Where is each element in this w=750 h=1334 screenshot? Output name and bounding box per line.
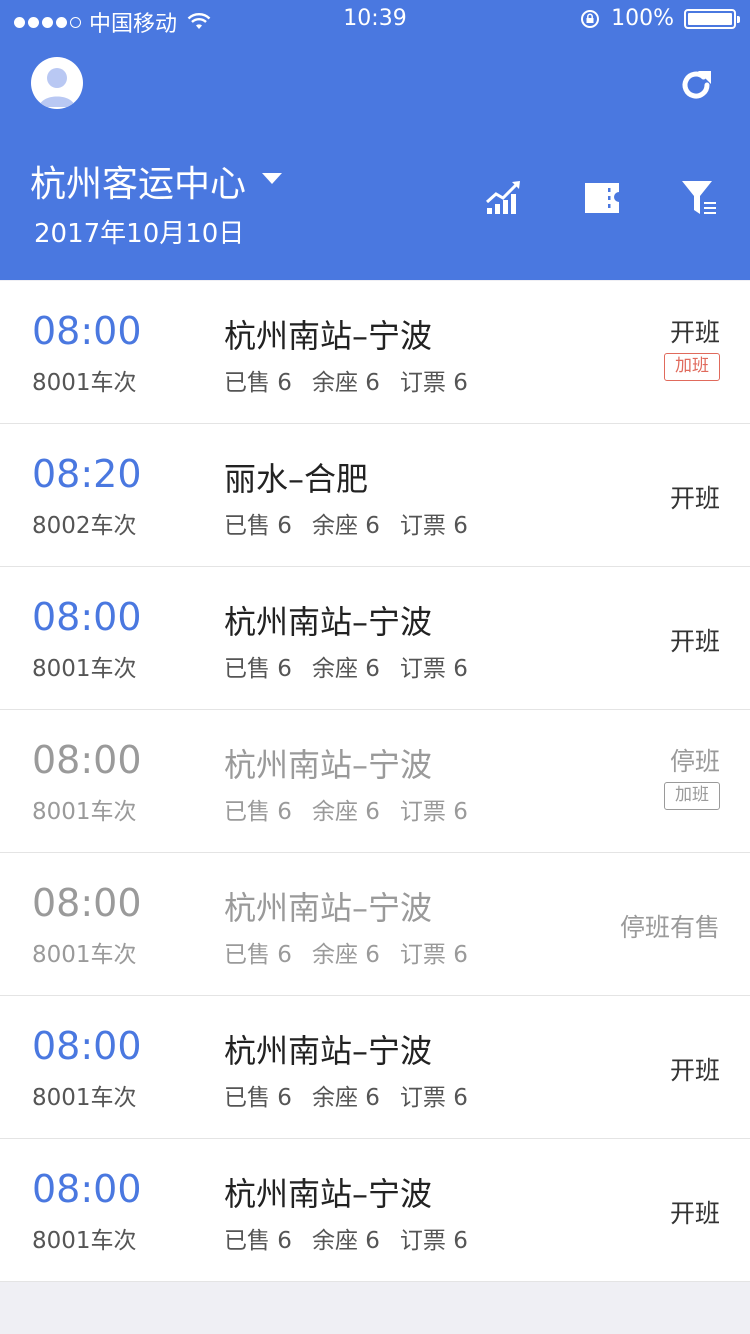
extra-badge: 加班 (664, 353, 720, 381)
ticket-stats: 已售 6 余座 6 订票 6 (224, 506, 468, 540)
battery-icon (684, 8, 740, 29)
trip-number: 8001车次 (32, 942, 137, 968)
route: 杭州南站–宁波 (224, 889, 433, 927)
trip-number: 8001车次 (32, 1085, 137, 1111)
sold-count: 已售 6 (224, 1085, 292, 1111)
seats-left: 余座 6 (311, 370, 380, 396)
departure-time: 08:00 (32, 309, 142, 353)
status-label: 开班 (669, 318, 720, 347)
departure-time: 08:00 (32, 1167, 142, 1211)
filter-icon[interactable] (680, 178, 720, 218)
booked-count: 订票 6 (399, 799, 468, 825)
status-label: 停班 (669, 747, 720, 776)
status-label: 停班有售 (619, 913, 720, 942)
schedule-row[interactable]: 08:00 8001车次 杭州南站–宁波 已售 6 余座 6 订票 6 开班 (0, 1139, 750, 1282)
extra-badge: 加班 (664, 782, 720, 810)
status-label: 开班 (669, 1056, 720, 1085)
sold-count: 已售 6 (224, 799, 292, 825)
battery-percent: 100% (611, 6, 674, 31)
booked-count: 订票 6 (399, 513, 468, 539)
schedule-row[interactable]: 08:00 8001车次 杭州南站–宁波 已售 6 余座 6 订票 6 开班 (0, 996, 750, 1139)
date-label: 2017年10月10日 (34, 219, 245, 249)
seats-left: 余座 6 (311, 799, 380, 825)
header: 中国移动 10:39 100% 杭州客运中心 2017年10月10日 (0, 0, 750, 280)
seats-left: 余座 6 (311, 942, 380, 968)
sold-count: 已售 6 (224, 370, 292, 396)
ticket-stats: 已售 6 余座 6 订票 6 (224, 1078, 468, 1112)
route: 杭州南站–宁波 (224, 1032, 433, 1070)
seats-left: 余座 6 (311, 1228, 380, 1254)
route: 丽水–合肥 (224, 460, 369, 498)
route: 杭州南站–宁波 (224, 317, 433, 355)
refresh-icon[interactable] (676, 65, 716, 105)
status-bar: 中国移动 10:39 100% (0, 0, 750, 40)
avatar[interactable] (31, 57, 83, 109)
ticket-stats: 已售 6 余座 6 订票 6 (224, 1221, 468, 1255)
route: 杭州南站–宁波 (224, 603, 433, 641)
departure-time: 08:00 (32, 738, 142, 782)
ticket-stats: 已售 6 余座 6 订票 6 (224, 649, 468, 683)
avatar-icon (39, 68, 75, 107)
booked-count: 订票 6 (399, 942, 468, 968)
schedule-row[interactable]: 08:00 8001车次 杭州南站–宁波 已售 6 余座 6 订票 6 停班有售 (0, 853, 750, 996)
schedule-row[interactable]: 08:00 8001车次 杭州南站–宁波 已售 6 余座 6 订票 6 开班 加… (0, 281, 750, 424)
status-label: 开班 (669, 627, 720, 656)
departure-time: 08:00 (32, 881, 142, 925)
trip-number: 8001车次 (32, 799, 137, 825)
status-label: 开班 (669, 1199, 720, 1228)
station-selector[interactable]: 杭州客运中心 (30, 155, 283, 207)
route: 杭州南站–宁波 (224, 746, 433, 784)
departure-time: 08:00 (32, 595, 142, 639)
chart-icon[interactable] (484, 178, 524, 218)
sold-count: 已售 6 (224, 1228, 292, 1254)
caret-down-icon (262, 172, 283, 184)
ticket-stats: 已售 6 余座 6 订票 6 (224, 363, 468, 397)
departure-time: 08:00 (32, 1024, 142, 1068)
schedule-list: 08:00 8001车次 杭州南站–宁波 已售 6 余座 6 订票 6 开班 加… (0, 281, 750, 1282)
ticket-icon[interactable] (582, 178, 622, 218)
seats-left: 余座 6 (311, 1085, 380, 1111)
trip-number: 8002车次 (32, 513, 137, 539)
route: 杭州南站–宁波 (224, 1175, 433, 1213)
departure-time: 08:20 (32, 452, 142, 496)
booked-count: 订票 6 (399, 656, 468, 682)
schedule-row[interactable]: 08:00 8001车次 杭州南站–宁波 已售 6 余座 6 订票 6 开班 (0, 567, 750, 710)
seats-left: 余座 6 (311, 656, 380, 682)
sold-count: 已售 6 (224, 656, 292, 682)
sold-count: 已售 6 (224, 513, 292, 539)
booked-count: 订票 6 (399, 1085, 468, 1111)
trip-number: 8001车次 (32, 1228, 137, 1254)
station-name: 杭州客运中心 (30, 164, 247, 205)
rotation-lock-icon (581, 9, 600, 28)
schedule-row[interactable]: 08:00 8001车次 杭州南站–宁波 已售 6 余座 6 订票 6 停班 加… (0, 710, 750, 853)
trip-number: 8001车次 (32, 656, 137, 682)
ticket-stats: 已售 6 余座 6 订票 6 (224, 935, 468, 969)
schedule-row[interactable]: 08:20 8002车次 丽水–合肥 已售 6 余座 6 订票 6 开班 (0, 424, 750, 567)
booked-count: 订票 6 (399, 370, 468, 396)
trip-number: 8001车次 (32, 370, 137, 396)
seats-left: 余座 6 (311, 513, 380, 539)
sold-count: 已售 6 (224, 942, 292, 968)
status-label: 开班 (669, 484, 720, 513)
booked-count: 订票 6 (399, 1228, 468, 1254)
ticket-stats: 已售 6 余座 6 订票 6 (224, 792, 468, 826)
